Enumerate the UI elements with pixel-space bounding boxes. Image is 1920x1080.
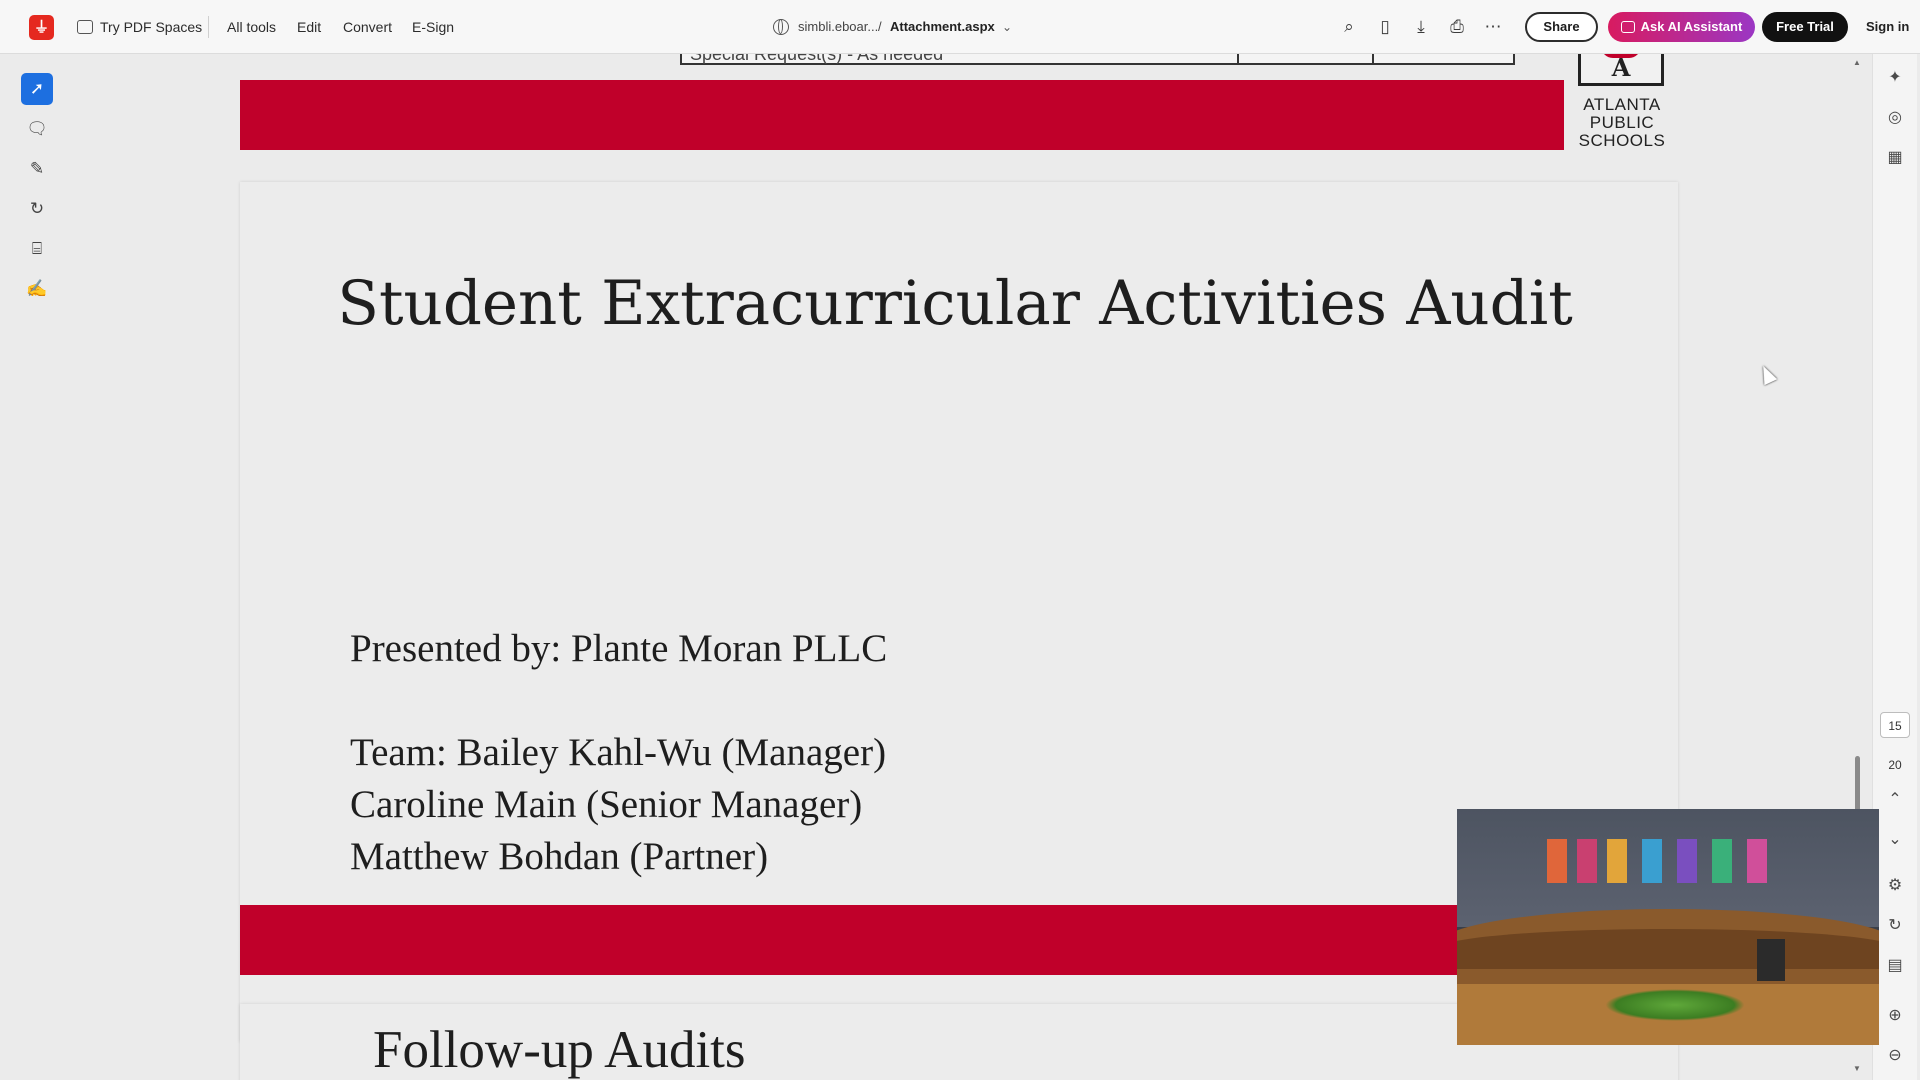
previous-page-text: Special Request(s) - As needed <box>690 54 944 64</box>
next-page-heading: Follow-up Audits <box>373 1021 746 1079</box>
settings-icon[interactable]: ⚙ <box>1881 872 1909 900</box>
chevron-down-icon[interactable]: ⌄ <box>1002 0 1012 54</box>
free-trial-button[interactable]: Free Trial <box>1762 12 1848 42</box>
meeting-video-overlay[interactable] <box>1457 809 1879 1045</box>
breadcrumb-site[interactable]: simbli.eboar... <box>798 0 878 54</box>
total-pages: 20 <box>1888 758 1902 772</box>
team-line-2: Caroline Main (Senior Manager) <box>350 783 863 826</box>
download-icon[interactable]: ⤓ <box>1407 13 1435 41</box>
page-info-icon[interactable]: ▤ <box>1881 952 1909 980</box>
search-icon[interactable]: ⌕ <box>1335 13 1363 41</box>
breadcrumb-separator: / <box>878 19 882 34</box>
ai-panel-icon[interactable]: ✦ <box>1881 64 1909 92</box>
scroll-arrow-up-icon[interactable]: ▲ <box>1852 58 1862 67</box>
current-page-input[interactable]: 15 <box>1880 712 1910 738</box>
logo-line-2: PUBLIC <box>1589 113 1655 132</box>
toolbar-divider <box>208 16 209 38</box>
menu-esign[interactable]: E-Sign <box>412 0 454 54</box>
ask-ai-assistant-button[interactable]: Ask AI Assistant <box>1608 12 1755 42</box>
team-line-3: Matthew Bohdan (Partner) <box>350 835 769 878</box>
logo-letter: A <box>1611 54 1631 82</box>
presented-by: Presented by: Plante Moran PLLC <box>350 627 888 670</box>
sign-in-link[interactable]: Sign in <box>1866 0 1909 54</box>
header-red-bar <box>240 80 1564 150</box>
acrobat-logo-icon[interactable]: ⏚ <box>29 15 54 40</box>
comments-panel-icon[interactable]: ◎ <box>1881 104 1909 132</box>
ai-assistant-icon <box>1620 21 1635 33</box>
ask-ai-label: Ask AI Assistant <box>1640 19 1743 34</box>
previous-page-table: Special Request(s) - As needed <box>680 54 1515 65</box>
scroll-arrow-down-icon[interactable]: ▼ <box>1852 1064 1862 1073</box>
try-pdf-spaces-button[interactable]: Try PDF Spaces <box>77 0 202 54</box>
scroll-up-icon[interactable]: ⌃ <box>1881 786 1909 814</box>
more-icon[interactable]: ⋯ <box>1479 13 1507 41</box>
menu-convert[interactable]: Convert <box>343 0 392 54</box>
top-toolbar: ⏚ Try PDF Spaces All tools Edit Convert … <box>0 0 1920 54</box>
globe-icon <box>773 19 789 35</box>
rotate-icon[interactable]: ↻ <box>1881 912 1909 940</box>
zoom-out-icon[interactable]: ⊖ <box>1881 1042 1909 1070</box>
try-pdf-spaces-label: Try PDF Spaces <box>100 19 203 35</box>
print-icon[interactable]: ⎙ <box>1443 13 1471 41</box>
page-title: Student Extracurricular Activities Audit <box>337 268 1573 339</box>
zoom-in-icon[interactable]: ⊕ <box>1881 1002 1909 1030</box>
grid-icon[interactable]: ▦ <box>1881 144 1909 172</box>
menu-edit[interactable]: Edit <box>297 0 321 54</box>
page-view-icon[interactable]: ▯ <box>1371 13 1399 41</box>
aps-logo-mark: A <box>1578 54 1664 86</box>
team-line-1: Team: Bailey Kahl-Wu (Manager) <box>350 731 887 774</box>
scroll-down-icon[interactable]: ⌄ <box>1881 826 1909 854</box>
menu-all-tools[interactable]: All tools <box>227 0 276 54</box>
logo-line-1: ATLANTA <box>1583 95 1661 114</box>
logo-line-3: SCHOOLS <box>1578 131 1666 150</box>
spaces-icon <box>77 20 93 34</box>
breadcrumb-file[interactable]: Attachment.aspx <box>890 0 995 54</box>
share-button[interactable]: Share <box>1525 12 1598 42</box>
